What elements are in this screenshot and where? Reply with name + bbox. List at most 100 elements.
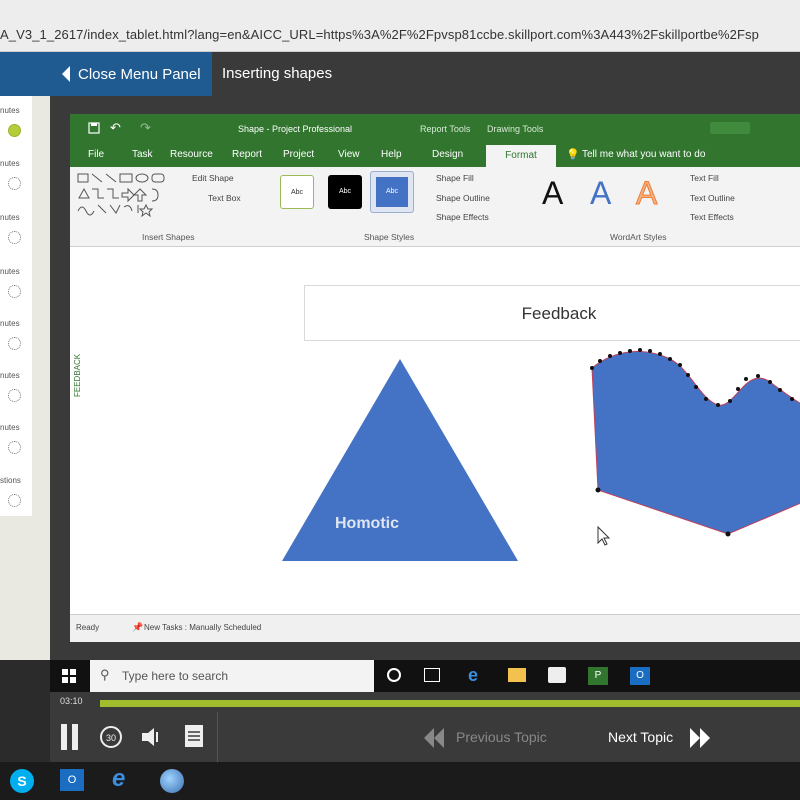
outlook-app-icon: O: [630, 667, 650, 685]
progress-fill: [100, 700, 800, 707]
rewind-30-icon[interactable]: 30: [98, 724, 124, 755]
status-ready: Ready: [76, 623, 100, 632]
style-sample-text: Abc: [338, 188, 352, 195]
skype-icon[interactable]: S: [10, 769, 34, 793]
previous-topic-icon: [422, 727, 446, 754]
topic-title: Inserting shapes: [222, 65, 333, 82]
edge-icon: e: [468, 665, 479, 685]
shape-effects-button[interactable]: Shape Effects: [436, 212, 489, 222]
previous-topic-label: Previous Topic: [456, 729, 547, 745]
close-menu-button[interactable]: Close Menu Panel: [0, 52, 212, 96]
windows-start-icon: [62, 669, 76, 688]
controls-divider: [217, 712, 218, 762]
shape-outline-button[interactable]: Shape Outline: [436, 193, 490, 203]
taskbar-search-placeholder: Type here to search: [122, 669, 229, 683]
next-topic-icon: [688, 727, 712, 754]
tab-resource[interactable]: Resource: [170, 149, 213, 160]
lightbulb-icon: 💡: [566, 149, 580, 161]
incomplete-status-icon: [8, 285, 21, 298]
freeform-shape[interactable]: [591, 351, 800, 535]
previous-topic-button[interactable]: Previous Topic: [422, 725, 572, 751]
triangle-label: Homotic: [335, 515, 399, 532]
triangle-shape[interactable]: [282, 359, 518, 561]
browser-address-bar[interactable]: A_V3_1_2617/index_tablet.html?lang=en&AI…: [0, 0, 800, 52]
window-title: Shape - Project Professional: [238, 124, 353, 134]
player-progress: 03:10: [50, 692, 800, 712]
app-status-bar: Ready 📌 New Tasks : Manually Scheduled: [70, 614, 800, 642]
project-app-icon: P: [588, 667, 608, 685]
mouse-cursor-icon: [597, 525, 611, 546]
taskbar-search: ⚲ Type here to search: [90, 660, 374, 692]
pin-icon: 📌: [132, 622, 144, 632]
shape-style-blue[interactable]: Abc: [370, 171, 414, 213]
volume-icon[interactable]: [140, 726, 164, 753]
svg-text:30: 30: [106, 733, 116, 743]
text-effects-button[interactable]: Text Effects: [690, 212, 734, 222]
tab-format[interactable]: Format: [486, 145, 556, 167]
shape-style-white[interactable]: Abc: [280, 175, 314, 209]
pause-icon[interactable]: [60, 724, 80, 755]
incomplete-status-icon: [8, 389, 21, 402]
player-controls: 30 Previous Topic Next Topic: [50, 712, 800, 762]
tab-file[interactable]: File: [88, 149, 104, 160]
ribbon: Edit Shape Text Box Insert Shapes Abc Ab…: [70, 167, 800, 247]
text-fill-button[interactable]: Text Fill: [690, 173, 719, 183]
wordart-orange[interactable]: A: [635, 175, 657, 212]
incomplete-status-icon: [8, 337, 21, 350]
account-area: [710, 122, 750, 134]
text-box-button[interactable]: Text Box: [208, 193, 241, 203]
wordart-styles-group-label: WordArt Styles: [610, 232, 667, 242]
ribbon-tabs: File Task Resource Report Project View H…: [70, 142, 800, 167]
complete-status-icon: [8, 124, 21, 137]
transcript-icon[interactable]: [184, 724, 204, 753]
style-sample-text: Abc: [290, 189, 304, 196]
redo-icon: ↷: [140, 120, 151, 135]
search-icon: ⚲: [100, 667, 110, 682]
text-outline-button[interactable]: Text Outline: [690, 193, 735, 203]
shape-fill-button[interactable]: Shape Fill: [436, 173, 474, 183]
status-new-tasks[interactable]: New Tasks : Manually Scheduled: [144, 623, 261, 632]
shapes-gallery[interactable]: [76, 171, 186, 218]
chevron-left-icon: [62, 66, 70, 82]
recorded-taskbar: ⚲ Type here to search e P O: [50, 660, 800, 692]
tab-view[interactable]: View: [338, 149, 360, 160]
insert-shapes-group-label: Insert Shapes: [142, 232, 195, 242]
incomplete-status-icon: [8, 494, 21, 507]
close-menu-label: Close Menu Panel: [78, 65, 201, 83]
task-view-icon: [424, 668, 440, 682]
shape-style-black[interactable]: Abc: [328, 175, 362, 209]
file-explorer-icon: [508, 668, 526, 682]
wordart-blue[interactable]: A: [590, 175, 611, 212]
paint-app-icon[interactable]: [160, 769, 184, 793]
menu-panel: nutes nutes nutes nutes nutes nutes nute…: [0, 96, 50, 660]
tab-project[interactable]: Project: [283, 149, 314, 160]
url-text[interactable]: A_V3_1_2617/index_tablet.html?lang=en&AI…: [0, 27, 759, 42]
cortana-icon: [387, 668, 401, 682]
tab-help[interactable]: Help: [381, 149, 402, 160]
playback-time: 03:10: [60, 696, 83, 706]
undo-icon: ↶: [110, 120, 121, 135]
tell-me-search[interactable]: Tell me what you want to do: [582, 149, 705, 160]
progress-track[interactable]: [100, 700, 800, 707]
outlook-icon[interactable]: O: [60, 769, 84, 791]
incomplete-status-icon: [8, 231, 21, 244]
wordart-black[interactable]: A: [542, 175, 563, 212]
internet-explorer-icon[interactable]: e: [112, 765, 125, 793]
edit-shape-button[interactable]: Edit Shape: [192, 173, 234, 183]
drawing-canvas[interactable]: FEEDBACK Feedback Homotic: [70, 247, 800, 622]
menu-item-label: nutes: [0, 319, 20, 328]
menu-item-label: stions: [0, 476, 21, 485]
tab-design[interactable]: Design: [432, 149, 463, 160]
shape-styles-group-label: Shape Styles: [364, 232, 415, 242]
next-topic-button[interactable]: Next Topic: [608, 725, 728, 751]
next-topic-label: Next Topic: [608, 729, 674, 745]
menu-item-label: nutes: [0, 159, 20, 168]
menu-item-label: nutes: [0, 267, 20, 276]
menu-panel-list: nutes nutes nutes nutes nutes nutes nute…: [0, 96, 32, 516]
store-icon: [548, 667, 566, 683]
video-area: ↶ ↷ Shape - Project Professional Report …: [50, 96, 800, 660]
menu-item-label: nutes: [0, 423, 20, 432]
tab-task[interactable]: Task: [132, 149, 153, 160]
tab-report[interactable]: Report: [232, 149, 262, 160]
context-group-report-tools: Report Tools: [420, 124, 471, 134]
